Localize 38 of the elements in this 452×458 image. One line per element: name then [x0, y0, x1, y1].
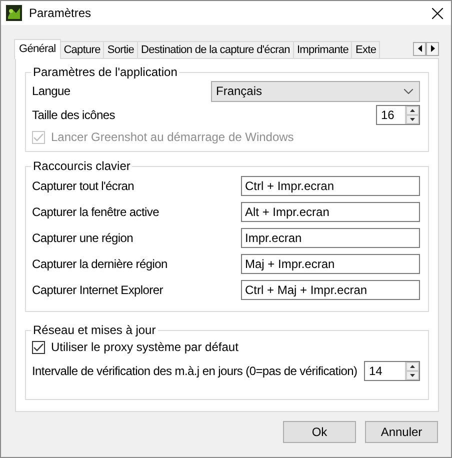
checkbox-label: Utiliser le proxy système par défaut	[51, 340, 238, 354]
scroll-left-button[interactable]	[413, 42, 426, 56]
down-arrow-icon[interactable]	[410, 118, 415, 121]
tab[interactable]: Exte	[351, 41, 380, 59]
up-arrow-icon[interactable]	[410, 365, 415, 368]
hotkey-label: Capturer Internet Explorer	[32, 283, 163, 297]
cancel-button[interactable]: Annuler	[365, 421, 438, 443]
down-arrow-icon[interactable]	[410, 374, 415, 377]
hotkey-field[interactable]: Impr.ecran	[241, 228, 420, 248]
group-title: Réseau et mises à jour	[32, 323, 157, 337]
hotkey-field[interactable]: Ctrl + Impr.ecran	[241, 176, 420, 196]
field-label: Langue	[32, 84, 70, 98]
ok-button[interactable]: Ok	[283, 421, 356, 443]
app-icon	[6, 5, 22, 21]
hotkey-label: Capturer la fenêtre active	[32, 205, 159, 219]
group-title: Paramètres de l'application	[32, 65, 178, 79]
hotkey-field[interactable]: Ctrl + Maj + Impr.ecran	[241, 280, 420, 300]
field-label: Taille des icônes	[32, 108, 115, 122]
close-icon[interactable]	[432, 8, 443, 18]
hotkey-label: Capturer tout l'écran	[32, 179, 134, 193]
hotkey-label: Capturer la dernière région	[32, 257, 168, 271]
left-triangle-icon	[418, 45, 422, 52]
number-field[interactable]: 16	[376, 105, 420, 125]
hotkey-label: Capturer une région	[32, 231, 134, 245]
number-field[interactable]: 14	[364, 361, 420, 381]
hotkey-field[interactable]: Alt + Impr.ecran	[241, 202, 420, 222]
group-title: Raccourcis clavier	[32, 159, 132, 173]
scroll-right-button[interactable]	[426, 42, 439, 56]
field-label: Intervalle de vérification des m.à.j en jours (0=pas de vérification)	[32, 364, 358, 378]
language-dropdown[interactable]: Français	[211, 80, 420, 102]
tab[interactable]: Général	[14, 39, 61, 59]
window-title: Paramètres	[29, 6, 92, 20]
right-triangle-icon	[430, 45, 434, 52]
checkbox-label: Lancer Greenshot au démarrage de Windows	[51, 130, 294, 144]
checkbox[interactable]	[32, 340, 45, 354]
chevron-down-icon	[404, 88, 413, 94]
hotkey-field[interactable]: Maj + Impr.ecran	[241, 254, 420, 274]
up-arrow-icon[interactable]	[410, 109, 415, 112]
